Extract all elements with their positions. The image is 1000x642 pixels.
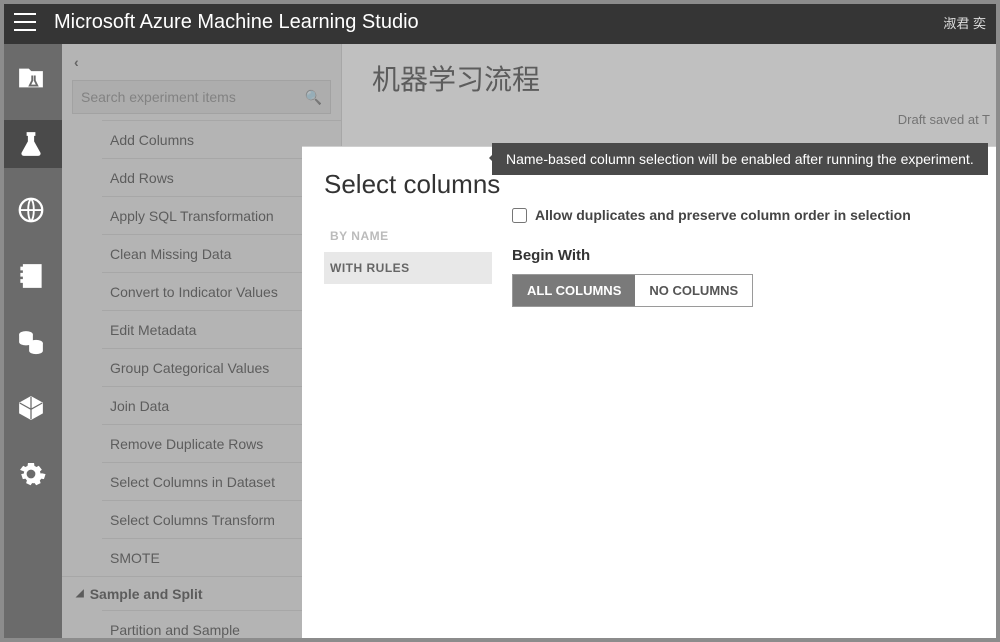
hamburger-icon[interactable] bbox=[14, 13, 36, 31]
globe-icon bbox=[16, 195, 46, 225]
cube-icon bbox=[16, 393, 46, 423]
gear-icon bbox=[16, 459, 46, 489]
rail-web-services[interactable] bbox=[0, 186, 62, 234]
left-rail bbox=[0, 44, 62, 642]
all-columns-button[interactable]: ALL COLUMNS bbox=[513, 275, 635, 306]
rail-projects[interactable] bbox=[0, 54, 62, 102]
app-header: Microsoft Azure Machine Learning Studio … bbox=[0, 0, 1000, 44]
begin-with-label: Begin With bbox=[512, 247, 980, 264]
allow-duplicates-label: Allow duplicates and preserve column ord… bbox=[535, 207, 911, 223]
rail-settings[interactable] bbox=[0, 450, 62, 498]
rail-experiments[interactable] bbox=[0, 120, 62, 168]
allow-duplicates-checkbox[interactable] bbox=[512, 208, 527, 223]
tab-by-name[interactable]: BY NAME bbox=[324, 220, 492, 252]
tooltip: Name-based column selection will be enab… bbox=[492, 143, 988, 175]
app-title: Microsoft Azure Machine Learning Studio bbox=[54, 11, 943, 34]
notebook-icon bbox=[16, 261, 46, 291]
user-name[interactable]: 淑君 奕 bbox=[943, 13, 986, 32]
modal-title: Select columns bbox=[324, 169, 492, 200]
select-columns-modal: Select columns BY NAME WITH RULES Name-b… bbox=[302, 146, 1000, 642]
no-columns-button[interactable]: NO COLUMNS bbox=[635, 275, 752, 306]
rail-datasets[interactable] bbox=[0, 318, 62, 366]
flask-icon bbox=[16, 129, 46, 159]
begin-with-toggle: ALL COLUMNS NO COLUMNS bbox=[512, 274, 753, 307]
rail-models[interactable] bbox=[0, 384, 62, 432]
folder-flask-icon bbox=[16, 63, 46, 93]
rail-notebooks[interactable] bbox=[0, 252, 62, 300]
tab-with-rules[interactable]: WITH RULES bbox=[324, 252, 492, 284]
database-icon bbox=[16, 327, 46, 357]
